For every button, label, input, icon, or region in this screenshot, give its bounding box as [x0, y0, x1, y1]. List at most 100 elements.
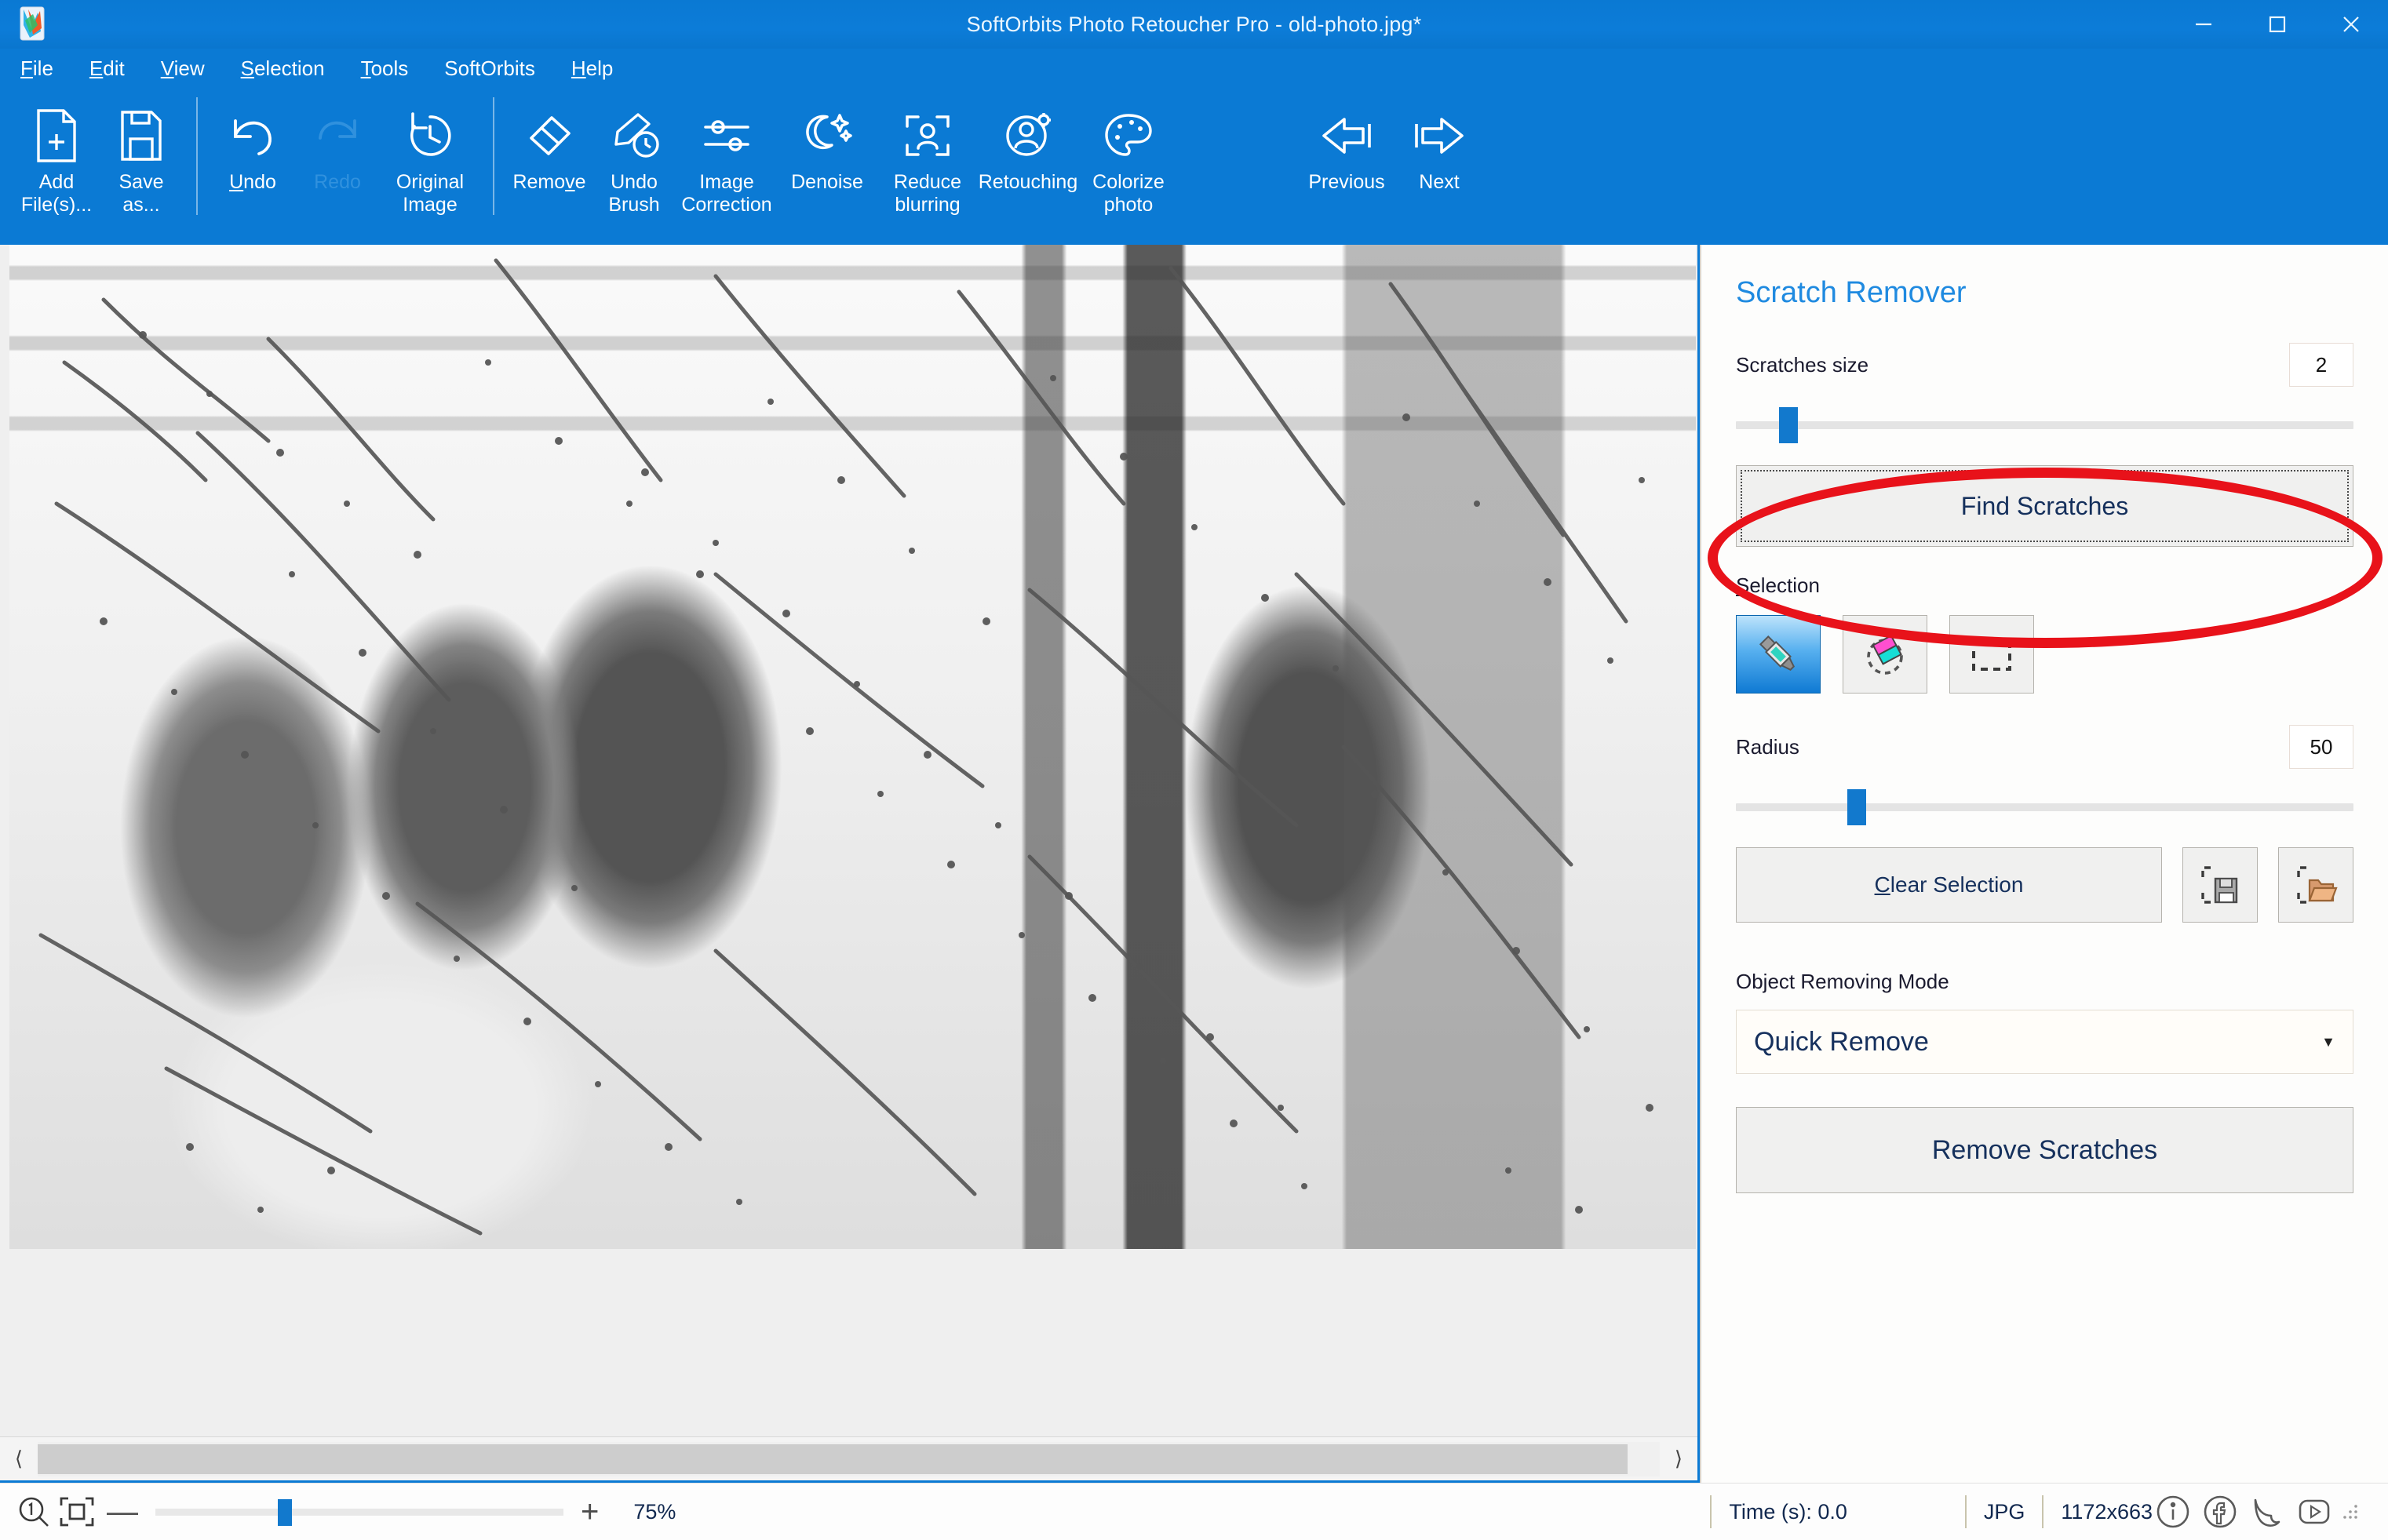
toolbar-original-image[interactable]: Original Image [380, 88, 480, 237]
toolbar-save-as[interactable]: Save as... [99, 88, 184, 237]
menu-item-help[interactable]: Help [571, 56, 613, 81]
menu-item-file[interactable]: File [20, 56, 53, 81]
info-icon [2156, 1495, 2189, 1528]
toolbar-remove-label: Remove [512, 171, 586, 193]
close-button[interactable] [2314, 0, 2388, 49]
radius-slider[interactable] [1736, 786, 2353, 827]
menu-item-selection[interactable]: Selection [241, 56, 325, 81]
minimize-button[interactable] [2167, 0, 2240, 49]
close-icon [2343, 16, 2359, 32]
moon-sparkle-icon [800, 102, 854, 169]
toolbar-remove[interactable]: Remove [507, 88, 592, 237]
eraser-icon [523, 102, 575, 169]
scrollbar-thumb[interactable] [38, 1444, 1628, 1474]
toolbar-colorize-photo[interactable]: Colorize photo [1078, 88, 1179, 237]
zoom-slider[interactable] [155, 1496, 563, 1527]
menu-label-selection: election [253, 56, 325, 80]
image-viewport[interactable] [0, 245, 1697, 1436]
toolbar-undo-brush[interactable]: Undo Brush [592, 88, 676, 237]
statusbar-separator-1 [1710, 1495, 1712, 1528]
scratches-size-row: Scratches size 2 [1736, 343, 2353, 387]
application-window: SoftOrbits Photo Retoucher Pro - old-pho… [0, 0, 2388, 1540]
photo-image[interactable] [9, 245, 1696, 1249]
zoom-in-button[interactable]: + [570, 1496, 610, 1527]
scratches-size-slider[interactable] [1736, 404, 2353, 445]
menu-item-softorbits[interactable]: SoftOrbits [444, 56, 535, 81]
chevron-right-icon[interactable]: ⟩ [1660, 1447, 1697, 1471]
find-scratches-button[interactable]: Find Scratches [1736, 465, 2353, 547]
toolbar-redo: Redo [295, 88, 380, 237]
selection-tool-eraser[interactable] [1843, 615, 1927, 694]
toolbar-image-correction[interactable]: Image Correction [676, 88, 777, 237]
scratches-size-track[interactable] [1736, 421, 2353, 429]
image-canvas-area[interactable]: ⟨ ⟩ [0, 245, 1700, 1483]
statusbar-separator-2 [1964, 1495, 1967, 1528]
zoom-actual-size-button[interactable] [16, 1494, 52, 1530]
title-bar: SoftOrbits Photo Retoucher Pro - old-pho… [0, 0, 2388, 49]
canvas-horizontal-scrollbar[interactable]: ⟨ ⟩ [0, 1436, 1697, 1480]
youtube-icon [2299, 1499, 2330, 1524]
toolbar-separator-2 [493, 97, 494, 215]
toolbar-retouching[interactable]: Retouching [978, 88, 1078, 237]
twitter-button[interactable] [2247, 1491, 2288, 1532]
zoom-actual-size-icon [19, 1497, 49, 1527]
zoom-out-button[interactable]: — [96, 1496, 149, 1527]
status-format-label: JPG [1983, 1499, 2025, 1524]
toolbar-colorize-photo-line1: Colorize [1092, 171, 1165, 193]
zoom-fit-button[interactable] [58, 1494, 96, 1529]
maximize-button[interactable] [2240, 0, 2314, 49]
object-removing-mode-select[interactable]: Quick Remove ▼ [1736, 1010, 2353, 1074]
toolbar-retouching-label: Retouching [978, 171, 1078, 193]
toolbar-undo[interactable]: Undo [210, 88, 295, 237]
radius-input[interactable]: 50 [2289, 725, 2353, 769]
toolbar-original-image-line2: Image [403, 194, 458, 216]
selection-section-label: Selection [1736, 573, 1820, 597]
toolbar-save-as-line2: as... [122, 194, 160, 216]
toolbar-reduce-blurring-line2: blurring [895, 194, 961, 216]
menu-label-tools: ools [370, 56, 409, 80]
menu-item-edit[interactable]: Edit [89, 56, 125, 81]
info-button[interactable] [2153, 1491, 2193, 1532]
original-image-icon [403, 102, 457, 169]
scratches-size-thumb[interactable] [1779, 407, 1799, 443]
toolbar-add-files[interactable]: Add File(s)... [14, 88, 99, 237]
selection-tool-marker[interactable] [1736, 615, 1821, 694]
menu-label-file: ile [32, 56, 53, 80]
zoom-slider-track[interactable] [155, 1509, 563, 1516]
radius-track[interactable] [1736, 803, 2353, 811]
statusbar-separator-3 [2042, 1495, 2044, 1528]
scratches-size-input[interactable]: 2 [2289, 343, 2353, 387]
save-selection-button[interactable] [2182, 847, 2258, 923]
menu-bar: File Edit View Selection Tools SoftOrbit… [0, 49, 2388, 88]
minimize-icon [2196, 23, 2211, 26]
menu-item-view[interactable]: View [161, 56, 205, 81]
resize-grip-icon[interactable] [2341, 1502, 2360, 1521]
chevron-down-icon: ▼ [2321, 1033, 2335, 1050]
chevron-left-icon[interactable]: ⟨ [0, 1447, 38, 1471]
youtube-button[interactable] [2294, 1491, 2335, 1532]
scrollbar-track[interactable] [38, 1441, 1660, 1476]
toolbar-denoise-label: Denoise [791, 171, 863, 193]
toolbar-reduce-blurring[interactable]: Reduce blurring [877, 88, 978, 237]
twitter-icon [2254, 1498, 2280, 1527]
menu-item-tools[interactable]: Tools [361, 56, 409, 81]
zoom-slider-thumb[interactable] [278, 1499, 292, 1526]
toolbar-next[interactable]: Next [1397, 88, 1482, 237]
toolbar-previous[interactable]: Previous [1296, 88, 1397, 237]
toolbar-image-correction-line2: Correction [681, 194, 772, 216]
selection-tools [1736, 615, 2353, 694]
radius-label: Radius [1736, 734, 1799, 759]
menu-label-view: iew [173, 56, 205, 80]
toolbar-add-files-line2: File(s)... [20, 194, 93, 216]
open-selection-button[interactable] [2278, 847, 2353, 923]
status-dimensions-label: 1172x663 [2061, 1499, 2153, 1524]
selection-tool-rectangle[interactable] [1949, 615, 2034, 694]
clear-selection-button[interactable]: Clear Selection [1736, 847, 2162, 923]
toolbar-denoise[interactable]: Denoise [777, 88, 877, 237]
facebook-button[interactable] [2200, 1491, 2240, 1532]
save-selection-icon [2201, 866, 2238, 904]
arrow-right-icon [1409, 102, 1470, 169]
toolbar-redo-label: Redo [314, 171, 361, 193]
remove-scratches-button[interactable]: Remove Scratches [1736, 1107, 2353, 1193]
radius-thumb[interactable] [1847, 789, 1866, 825]
